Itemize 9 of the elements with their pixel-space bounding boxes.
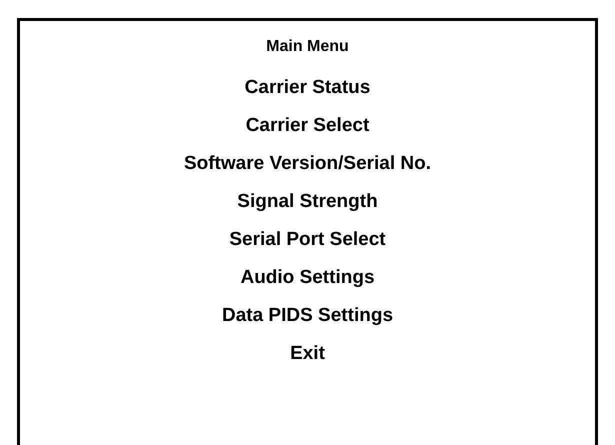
menu-item[interactable]: Serial Port Select — [229, 221, 386, 259]
menu-item[interactable]: Carrier Select — [246, 107, 370, 145]
menu-item[interactable]: Audio Settings — [240, 259, 375, 297]
menu-item[interactable]: Exit — [290, 335, 325, 373]
menu-item[interactable]: Data PIDS Settings — [222, 297, 394, 335]
menu-item[interactable]: Carrier Status — [244, 69, 370, 107]
menu-title: Main Menu — [266, 37, 349, 56]
menu-item[interactable]: Software Version/Serial No. — [184, 145, 432, 183]
menu-item[interactable]: Signal Strength — [237, 183, 378, 221]
